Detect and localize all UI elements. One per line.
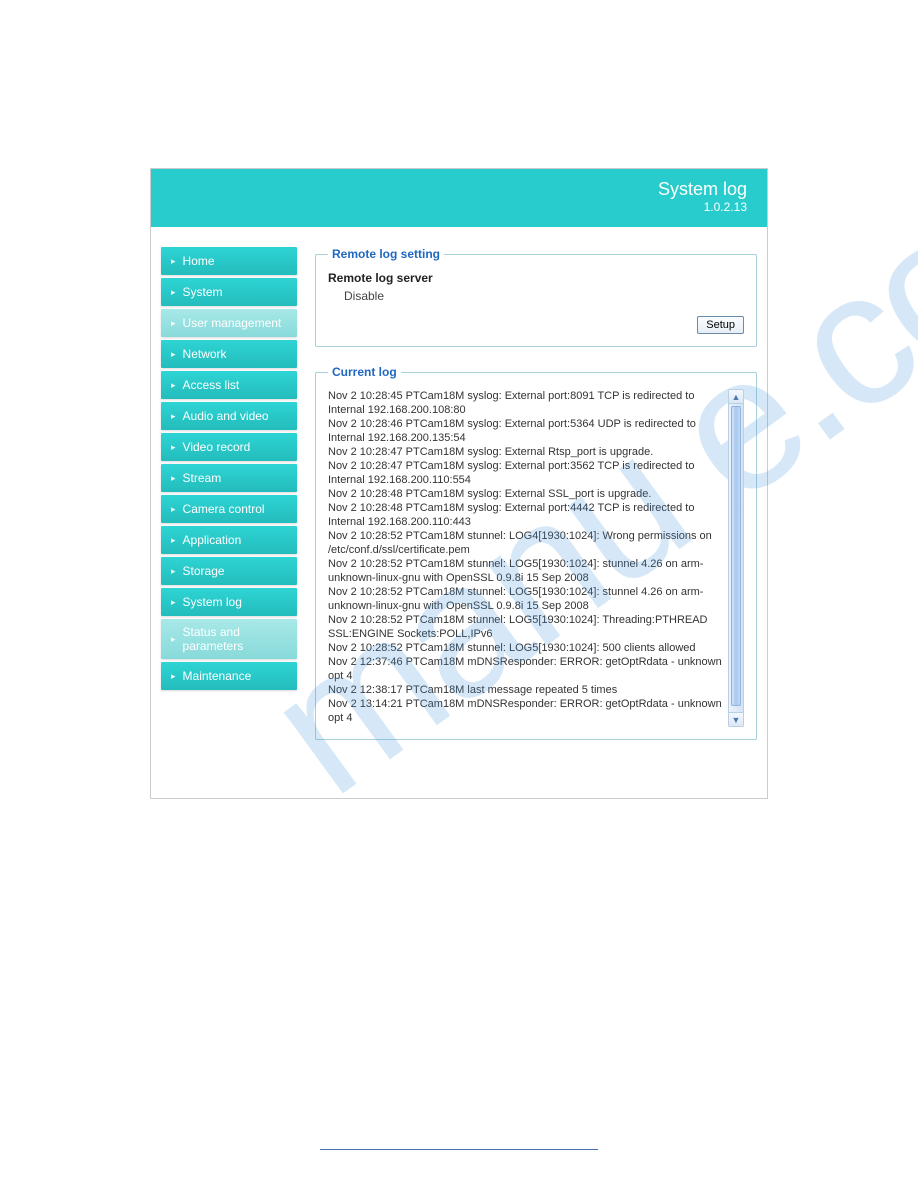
- log-line: Nov 2 10:28:52 PTCam18M stunnel: LOG4[19…: [328, 529, 722, 557]
- sidebar-item-camera-control[interactable]: ▸ Camera control: [161, 495, 297, 523]
- sidebar-item-label: System: [183, 285, 223, 299]
- remote-log-server-label: Remote log server: [328, 271, 744, 285]
- sidebar-item-label: Camera control: [183, 502, 265, 516]
- chevron-right-icon: ▸: [171, 671, 176, 682]
- sidebar-item-label: Storage: [183, 564, 225, 578]
- sidebar-item-label: Network: [183, 347, 227, 361]
- log-line: Nov 2 10:28:47 PTCam18M syslog: External…: [328, 445, 722, 459]
- sidebar-item-user-management[interactable]: ▸ User management: [161, 309, 297, 337]
- main-area: ▸ Home ▸ System ▸ User management ▸ Network ▸ Acc…: [151, 227, 767, 798]
- chevron-right-icon: ▸: [171, 535, 176, 546]
- sidebar-item-label: Application: [183, 533, 242, 547]
- chevron-right-icon: ▸: [171, 634, 176, 645]
- sidebar-item-label: Stream: [183, 471, 222, 485]
- footer-divider: [320, 1149, 598, 1150]
- header-band: System log 1.0.2.13: [151, 169, 767, 227]
- sidebar-item-label: User management: [183, 316, 282, 330]
- sidebar-item-audio-and-video[interactable]: ▸ Audio and video: [161, 402, 297, 430]
- chevron-right-icon: ▸: [171, 411, 176, 422]
- current-log-panel: Current log Nov 2 10:28:45 PTCam18M sysl…: [315, 365, 757, 740]
- firmware-version: 1.0.2.13: [151, 200, 747, 214]
- remote-log-server-value: Disable: [328, 289, 744, 303]
- chevron-right-icon: ▸: [171, 380, 176, 391]
- sidebar-item-label: Access list: [183, 378, 240, 392]
- chevron-right-icon: ▸: [171, 349, 176, 360]
- remote-log-setting-panel: Remote log setting Remote log server Dis…: [315, 247, 757, 347]
- log-body: Nov 2 10:28:45 PTCam18M syslog: External…: [328, 389, 722, 727]
- log-line: Nov 2 10:28:48 PTCam18M syslog: External…: [328, 501, 722, 529]
- chevron-right-icon: ▸: [171, 442, 176, 453]
- sidebar-item-label: System log: [183, 595, 242, 609]
- sidebar-item-status-and-parameters[interactable]: ▸ Status and parameters: [161, 619, 297, 659]
- log-line: Nov 2 12:38:17 PTCam18M last message rep…: [328, 683, 722, 697]
- log-line: Nov 2 10:28:47 PTCam18M syslog: External…: [328, 459, 722, 487]
- chevron-right-icon: ▸: [171, 287, 176, 298]
- sidebar-item-label: Home: [183, 254, 215, 268]
- log-wrap: Nov 2 10:28:45 PTCam18M syslog: External…: [328, 389, 744, 727]
- current-log-legend: Current log: [328, 365, 401, 379]
- sidebar-item-label: Maintenance: [183, 669, 252, 683]
- sidebar-item-label: Status and parameters: [183, 625, 291, 653]
- sidebar-item-application[interactable]: ▸ Application: [161, 526, 297, 554]
- log-line: Nov 2 10:28:45 PTCam18M syslog: External…: [328, 389, 722, 417]
- log-line: Nov 2 10:28:52 PTCam18M stunnel: LOG5[19…: [328, 641, 722, 655]
- chevron-right-icon: ▸: [171, 597, 176, 608]
- sidebar-item-system[interactable]: ▸ System: [161, 278, 297, 306]
- sidebar-item-video-record[interactable]: ▸ Video record: [161, 433, 297, 461]
- sidebar-item-access-list[interactable]: ▸ Access list: [161, 371, 297, 399]
- log-line: Nov 2 13:20:43 PTCam18M last message rep…: [328, 725, 722, 727]
- remote-log-legend: Remote log setting: [328, 247, 444, 261]
- log-line: Nov 2 10:28:48 PTCam18M syslog: External…: [328, 487, 722, 501]
- scroll-down-icon[interactable]: ▼: [729, 712, 743, 726]
- sidebar-item-maintenance[interactable]: ▸ Maintenance: [161, 662, 297, 690]
- chevron-right-icon: ▸: [171, 318, 176, 329]
- log-line: Nov 2 10:28:46 PTCam18M syslog: External…: [328, 417, 722, 445]
- app-frame: System log 1.0.2.13 ▸ Home ▸ System ▸ User ma…: [150, 168, 768, 799]
- content-column: Remote log setting Remote log server Dis…: [315, 247, 757, 758]
- chevron-right-icon: ▸: [171, 473, 176, 484]
- sidebar-item-label: Video record: [183, 440, 251, 454]
- log-scrollbar[interactable]: ▲ ▼: [728, 389, 744, 727]
- sidebar-item-system-log[interactable]: ▸ System log: [161, 588, 297, 616]
- sidebar-item-network[interactable]: ▸ Network: [161, 340, 297, 368]
- chevron-right-icon: ▸: [171, 504, 176, 515]
- sidebar-item-storage[interactable]: ▸ Storage: [161, 557, 297, 585]
- log-line: Nov 2 10:28:52 PTCam18M stunnel: LOG5[19…: [328, 613, 722, 641]
- sidebar-item-stream[interactable]: ▸ Stream: [161, 464, 297, 492]
- scroll-up-icon[interactable]: ▲: [729, 390, 743, 404]
- chevron-right-icon: ▸: [171, 566, 176, 577]
- log-line: Nov 2 10:28:52 PTCam18M stunnel: LOG5[19…: [328, 585, 722, 613]
- sidebar-item-home[interactable]: ▸ Home: [161, 247, 297, 275]
- log-line: Nov 2 12:37:46 PTCam18M mDNSResponder: E…: [328, 655, 722, 683]
- sidebar: ▸ Home ▸ System ▸ User management ▸ Network ▸ Acc…: [161, 247, 297, 758]
- log-line: Nov 2 10:28:52 PTCam18M stunnel: LOG5[19…: [328, 557, 722, 585]
- log-line: Nov 2 13:14:21 PTCam18M mDNSResponder: E…: [328, 697, 722, 725]
- setup-button[interactable]: Setup: [697, 316, 744, 334]
- sidebar-item-label: Audio and video: [183, 409, 269, 423]
- chevron-right-icon: ▸: [171, 256, 176, 267]
- setup-row: Setup: [328, 315, 744, 334]
- scroll-thumb[interactable]: [731, 406, 741, 706]
- page-title: System log: [151, 179, 747, 200]
